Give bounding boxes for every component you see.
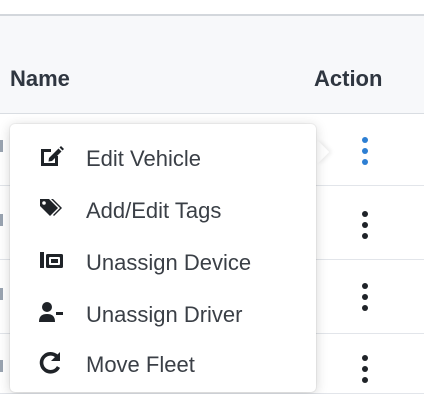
row-edge-mark: [0, 288, 3, 300]
kebab-dot: [362, 294, 368, 300]
kebab-dot: [362, 283, 368, 289]
row-edge-mark: [0, 140, 3, 152]
kebab-dot: [362, 222, 368, 228]
kebab-dot: [362, 377, 368, 383]
kebab-dot: [362, 305, 368, 311]
menu-item-add-edit-tags[interactable]: Add/Edit Tags: [10, 184, 316, 234]
menu-item-label: Unassign Device: [86, 250, 252, 275]
row-actions-button[interactable]: [358, 354, 372, 384]
row-actions-button[interactable]: [358, 136, 372, 166]
row-edge-mark: [0, 214, 3, 226]
row-actions-menu: Edit Vehicle Add/Edit Tags Unassign Devi…: [10, 124, 316, 392]
menu-item-label: Move Fleet: [86, 352, 195, 377]
menu-item-move-fleet[interactable]: Move Fleet: [10, 338, 316, 388]
menu-item-unassign-device[interactable]: Unassign Device: [10, 236, 316, 286]
kebab-dot: [362, 148, 368, 154]
row-actions-button[interactable]: [358, 210, 372, 240]
kebab-dot: [362, 366, 368, 372]
column-header-name[interactable]: Name: [10, 66, 70, 92]
edit-icon: [38, 144, 66, 170]
tags-icon: [38, 196, 66, 222]
row-actions-button[interactable]: [358, 282, 372, 312]
vehicle-table-page: Name Action Edit Vehicle Add/Edit Tags U…: [0, 0, 424, 394]
menu-item-label: Add/Edit Tags: [86, 198, 222, 223]
menu-item-unassign-driver[interactable]: Unassign Driver: [10, 288, 316, 338]
kebab-dot: [362, 137, 368, 143]
kebab-dot: [362, 355, 368, 361]
user-minus-icon: [38, 300, 66, 326]
redo-icon: [38, 350, 66, 376]
table-header: Name Action: [0, 16, 424, 114]
menu-item-edit-vehicle[interactable]: Edit Vehicle: [10, 132, 316, 182]
menu-item-label: Unassign Driver: [86, 302, 243, 327]
kebab-dot: [362, 159, 368, 165]
row-edge-mark: [0, 360, 3, 372]
column-header-action: Action: [314, 66, 383, 91]
device-icon: [38, 248, 66, 274]
kebab-dot: [362, 233, 368, 239]
kebab-dot: [362, 211, 368, 217]
menu-item-label: Edit Vehicle: [86, 146, 201, 171]
